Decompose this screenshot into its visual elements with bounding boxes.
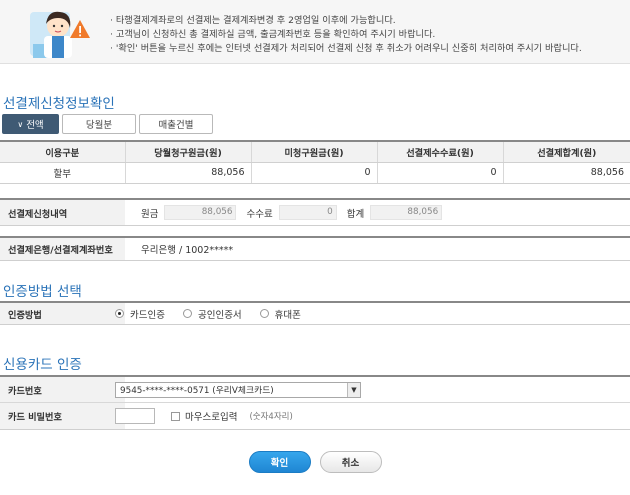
table-cell: 0	[376, 162, 503, 184]
principal-label: 원금	[141, 208, 159, 220]
password-hint: (숫자4자리)	[249, 412, 293, 422]
card-password-label: 카드 비밀번호	[0, 403, 125, 429]
section-title-auth-method: 인증방법 선택	[3, 284, 82, 300]
card-number-value: 9545-****-****-0571 (우리V체크카드)	[120, 386, 274, 396]
table-cell: 88,056	[502, 162, 630, 184]
tab-full[interactable]: ∨ 전액	[2, 114, 59, 134]
auth-method-label: 인증방법	[0, 303, 125, 324]
payment-type-tabs: ∨ 전액 당월분 매출건별	[2, 114, 213, 134]
tab-current-month[interactable]: 당월분	[62, 114, 136, 134]
bank-account-row: 선결제은행/선결제계좌번호 우리은행 / 1002*****	[0, 236, 630, 261]
total-value: 88,056	[370, 205, 443, 220]
radio-label: 휴대폰	[274, 309, 301, 321]
tab-label: 전액	[26, 120, 44, 131]
tab-by-transaction[interactable]: 매출건별	[139, 114, 213, 134]
tab-label: 매출건별	[158, 120, 194, 131]
table-row: 할부 88,056 0 0 88,056	[0, 162, 630, 184]
counselor-illustration-icon	[30, 11, 90, 58]
table-cell: 88,056	[124, 162, 251, 184]
notice-line: · 타행결제계좌로의 선결제는 결제계좌변경 후 2영업일 이후에 가능합니다.	[110, 15, 396, 26]
table-cell: 할부	[0, 162, 125, 184]
fee-value: 0	[278, 205, 337, 220]
mouse-input-checkbox[interactable]	[171, 411, 180, 421]
apply-detail-row: 선결제신청내역 원금 88,056 수수료 0 합계 88,056	[0, 198, 630, 226]
column-header: 선결제합계(원)	[502, 140, 630, 163]
radio-phone-auth[interactable]: 휴대폰	[259, 307, 301, 321]
prepayment-table: 이용구분 당월청구원금(원) 미청구원금(원) 선결제수수료(원) 선결제합계(…	[0, 140, 630, 184]
card-number-select[interactable]: 9545-****-****-0571 (우리V체크카드) ▼	[115, 381, 361, 398]
apply-detail-label: 선결제신청내역	[0, 200, 125, 225]
column-header: 당월청구원금(원)	[124, 140, 251, 163]
radio-selected-icon	[115, 309, 124, 318]
column-header: 이용구분	[0, 140, 125, 163]
notice-banner: · 타행결제계좌로의 선결제는 결제계좌변경 후 2영업일 이후에 가능합니다.…	[0, 0, 630, 64]
card-number-row: 카드번호 9545-****-****-0571 (우리V체크카드) ▼	[0, 375, 630, 403]
action-buttons: 확인 취소	[0, 451, 630, 473]
notice-line: · '확인' 버튼을 누르신 후에는 인터넷 선결제가 처리되어 선결제 신청 …	[110, 43, 582, 54]
cancel-button[interactable]: 취소	[319, 451, 382, 473]
mouse-input-label: 마우스로입력	[185, 412, 238, 423]
confirm-button[interactable]: 확인	[248, 451, 311, 473]
chevron-down-icon: ∨	[17, 119, 24, 129]
card-password-row: 카드 비밀번호 마우스로입력 (숫자4자리)	[0, 403, 630, 430]
table-cell: 0	[250, 162, 377, 184]
column-header: 선결제수수료(원)	[376, 140, 503, 163]
total-label: 합계	[346, 208, 365, 220]
tab-label: 당월분	[85, 120, 113, 131]
card-password-input[interactable]	[115, 408, 155, 424]
notice-list: · 타행결제계좌로의 선결제는 결제계좌변경 후 2영업일 이후에 가능합니다.…	[110, 14, 582, 56]
radio-label: 공인인증서	[197, 309, 242, 321]
principal-value: 88,056	[164, 205, 237, 220]
bank-account-value: 우리은행 / 1002*****	[141, 245, 234, 256]
radio-certificate-auth[interactable]: 공인인증서	[182, 307, 242, 321]
radio-unselected-icon	[259, 309, 269, 318]
radio-unselected-icon	[182, 309, 192, 318]
radio-label: 카드인증	[130, 309, 165, 321]
column-header: 미청구원금(원)	[250, 140, 377, 163]
fee-label: 수수료	[246, 208, 273, 220]
auth-method-row: 인증방법 카드인증 공인인증서 휴대폰	[0, 301, 630, 325]
card-number-label: 카드번호	[0, 377, 125, 402]
section-title-apply-info: 선결제신청정보확인	[3, 96, 115, 112]
notice-line: · 고객님이 신청하신 총 결제하실 금액, 출금계좌번호 등을 확인하여 주시…	[110, 29, 436, 40]
dropdown-arrow-icon[interactable]: ▼	[347, 382, 360, 397]
radio-card-auth[interactable]: 카드인증	[115, 307, 165, 321]
table-header-row: 이용구분 당월청구원금(원) 미청구원금(원) 선결제수수료(원) 선결제합계(…	[0, 140, 630, 163]
bank-account-label: 선결제은행/선결제계좌번호	[0, 238, 125, 260]
section-title-credit-card-auth: 신용카드 인증	[3, 357, 82, 373]
